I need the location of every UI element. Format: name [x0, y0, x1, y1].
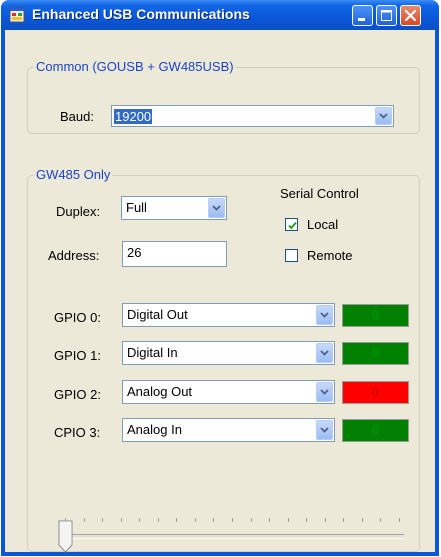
slider-tick [157, 518, 159, 522]
chevron-down-icon [320, 312, 329, 318]
slider-tick [213, 518, 215, 522]
gpio2-mode-select[interactable]: Analog Out [122, 380, 335, 404]
gpio1-indicator: 0 [342, 342, 409, 365]
duplex-select[interactable]: Full [121, 196, 227, 220]
gpio2-label: GPIO 2: [54, 387, 101, 402]
gpio0-dropdown-button[interactable] [316, 305, 333, 325]
baud-select[interactable]: 19200 [111, 105, 394, 127]
slider-tick [380, 518, 382, 522]
baud-value: 19200 [114, 109, 153, 124]
gpio2-indicator: 0 [342, 381, 409, 404]
gpio0-mode-select[interactable]: Digital Out [122, 303, 335, 327]
gpio1-mode-select[interactable]: Digital In [122, 341, 335, 365]
slider-tick [102, 518, 104, 522]
slider-tick [361, 518, 363, 522]
gpio1-value: 0 [372, 346, 379, 360]
common-group-title: Common (GOUSB + GW485USB) [34, 59, 236, 74]
address-input[interactable]: 26 [122, 241, 227, 267]
address-label: Address: [48, 248, 100, 263]
duplex-label: Duplex: [56, 204, 101, 219]
slider-tick [232, 518, 233, 522]
baud-dropdown-button[interactable] [375, 107, 392, 125]
slider-tick [250, 518, 252, 522]
slider-tick [306, 518, 308, 522]
slider-tick [269, 518, 271, 522]
app-icon[interactable] [9, 7, 25, 23]
local-checkbox[interactable] [285, 218, 298, 231]
baud-label: Baud: [60, 109, 94, 124]
local-label[interactable]: Local [307, 217, 338, 232]
app-window: Enhanced USB Communications Common (GOUS… [1, 0, 439, 556]
slider-tick [176, 518, 178, 522]
chevron-down-icon [320, 427, 329, 433]
slider-tick [324, 518, 326, 522]
gw485-group-title: GW485 Only [34, 167, 113, 182]
close-icon [404, 9, 417, 22]
slider-tick [287, 518, 289, 522]
gpio3-label: CPIO 3: [54, 425, 101, 440]
gpio2-value: 0 [372, 385, 379, 399]
maximize-icon [381, 10, 392, 21]
gpio1-dropdown-button[interactable] [316, 343, 333, 363]
gpio3-dropdown-button[interactable] [316, 420, 333, 440]
slider-thumb[interactable] [58, 520, 73, 553]
title-bar[interactable]: Enhanced USB Communications [1, 0, 439, 30]
maximize-button[interactable] [376, 5, 397, 26]
remote-checkbox[interactable] [285, 249, 298, 262]
slider-tick [120, 518, 122, 522]
gpio1-label: GPIO 1: [54, 348, 101, 363]
address-value: 26 [127, 245, 142, 260]
gpio3-mode-value: Analog In [127, 422, 182, 437]
close-button[interactable] [400, 5, 421, 26]
gpio2-dropdown-button[interactable] [316, 382, 333, 402]
gpio0-mode-value: Digital Out [127, 307, 188, 322]
gpio1-mode-value: Digital In [127, 345, 178, 360]
serial-control-label: Serial Control [280, 186, 359, 201]
window-client-area: Common (GOUSB + GW485USB) Baud: 19200 GW… [5, 30, 435, 553]
slider-track[interactable] [59, 534, 404, 539]
chevron-down-icon [212, 205, 221, 211]
minimize-button[interactable] [352, 5, 373, 26]
slider-tick [343, 518, 345, 522]
duplex-value: Full [126, 200, 147, 215]
checkmark-icon [288, 221, 297, 230]
window-title: Enhanced USB Communications [32, 6, 250, 22]
slider-tick [194, 518, 196, 522]
slider-tick [139, 518, 141, 522]
minimize-icon [358, 18, 365, 21]
gpio0-label: GPIO 0: [54, 310, 101, 325]
chevron-down-icon [320, 389, 329, 395]
gpio3-mode-select[interactable]: Analog In [122, 418, 335, 442]
gpio3-indicator: 0 [342, 419, 409, 442]
slider-tick [399, 518, 400, 522]
gpio0-value: 0 [372, 308, 379, 322]
gpio0-indicator: 0 [342, 304, 409, 327]
slider-tick [83, 518, 85, 522]
chevron-down-icon [379, 113, 388, 119]
duplex-dropdown-button[interactable] [208, 198, 225, 218]
remote-label[interactable]: Remote [307, 248, 353, 263]
gpio3-value: 0 [372, 423, 379, 437]
chevron-down-icon [320, 350, 329, 356]
gpio2-mode-value: Analog Out [127, 384, 193, 399]
